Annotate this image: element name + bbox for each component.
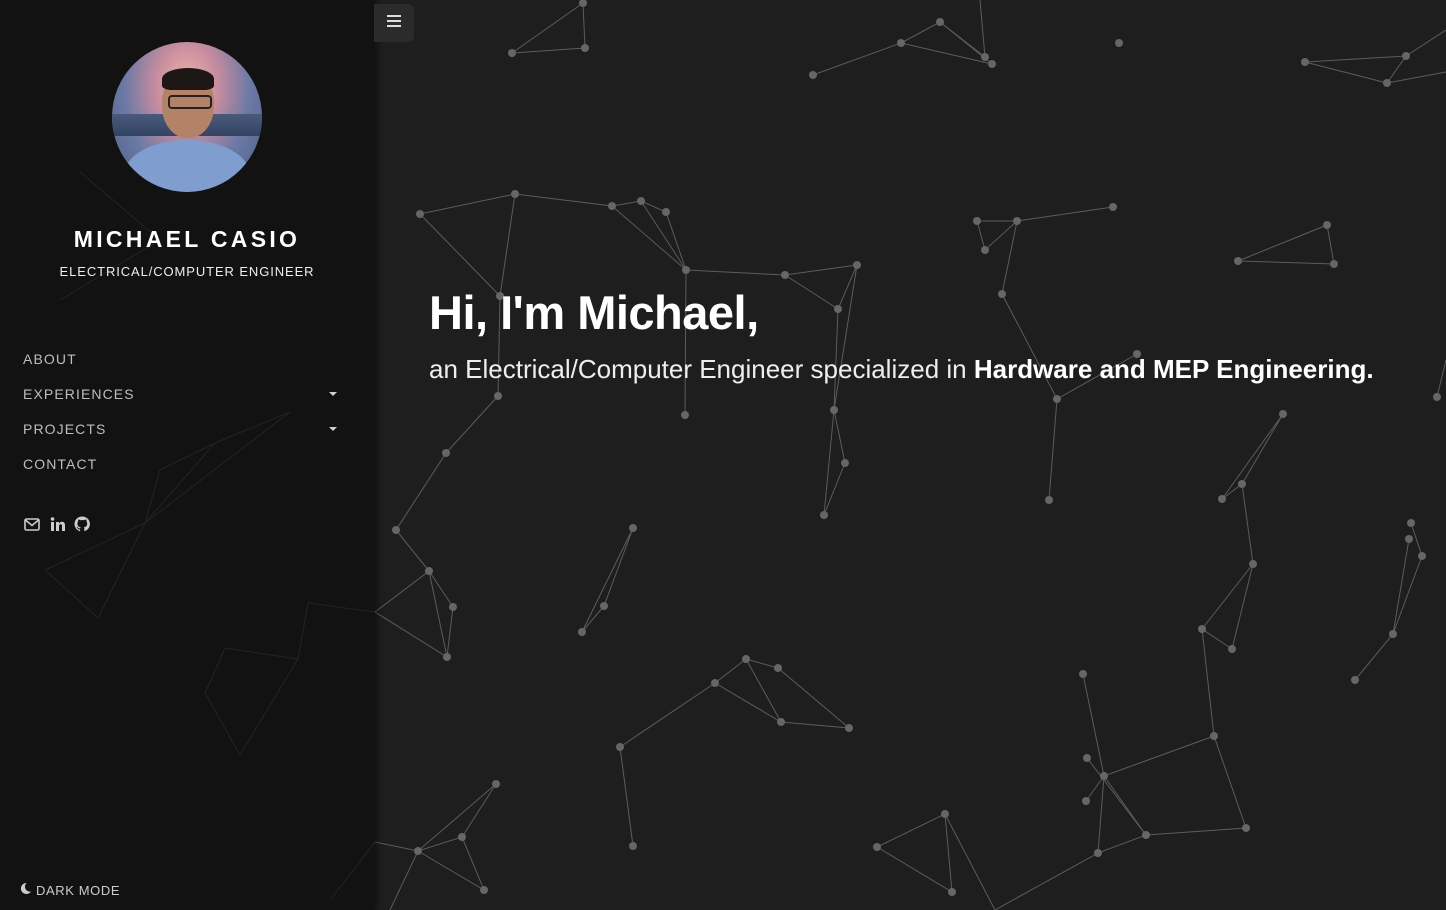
nav-item-label: EXPERIENCES <box>23 385 135 402</box>
profile-avatar <box>112 42 262 192</box>
linkedin-icon[interactable] <box>49 516 65 532</box>
hero-intro: an Electrical/Computer Engineer speciali… <box>429 354 1374 385</box>
hero-intro-text: an Electrical/Computer Engineer speciali… <box>429 354 974 384</box>
profile-name: MICHAEL CASIO <box>73 226 301 252</box>
hamburger-icon <box>387 14 401 32</box>
nav-item-experiences[interactable]: EXPERIENCES <box>23 376 343 411</box>
dark-mode-label: DARK MODE <box>36 882 121 898</box>
nav-item-label: PROJECTS <box>23 420 107 437</box>
caret-down-icon[interactable] <box>329 426 337 431</box>
nav-item-label: ABOUT <box>23 350 77 367</box>
menu-toggle-button[interactable] <box>374 4 414 42</box>
github-icon[interactable] <box>74 516 90 532</box>
hero-greeting: Hi, I'm Michael, <box>429 286 759 339</box>
social-links <box>24 516 90 532</box>
nav-item-about[interactable]: ABOUT <box>23 341 343 376</box>
nav-item-label: CONTACT <box>23 455 98 472</box>
caret-down-icon[interactable] <box>329 391 337 396</box>
sidebar-nav: ABOUT EXPERIENCES PROJECTS CONTACT <box>23 341 343 481</box>
nav-item-projects[interactable]: PROJECTS <box>23 411 343 446</box>
sidebar: MICHAEL CASIO ELECTRICAL/COMPUTER ENGINE… <box>0 0 375 910</box>
nav-item-contact[interactable]: CONTACT <box>23 446 343 481</box>
moon-icon <box>19 882 32 898</box>
hero-specialty: Hardware and MEP Engineering. <box>973 354 1374 384</box>
mail-icon[interactable] <box>24 516 40 532</box>
dark-mode-toggle[interactable]: DARK MODE <box>19 882 120 898</box>
profile-title: ELECTRICAL/COMPUTER ENGINEER <box>59 264 315 279</box>
